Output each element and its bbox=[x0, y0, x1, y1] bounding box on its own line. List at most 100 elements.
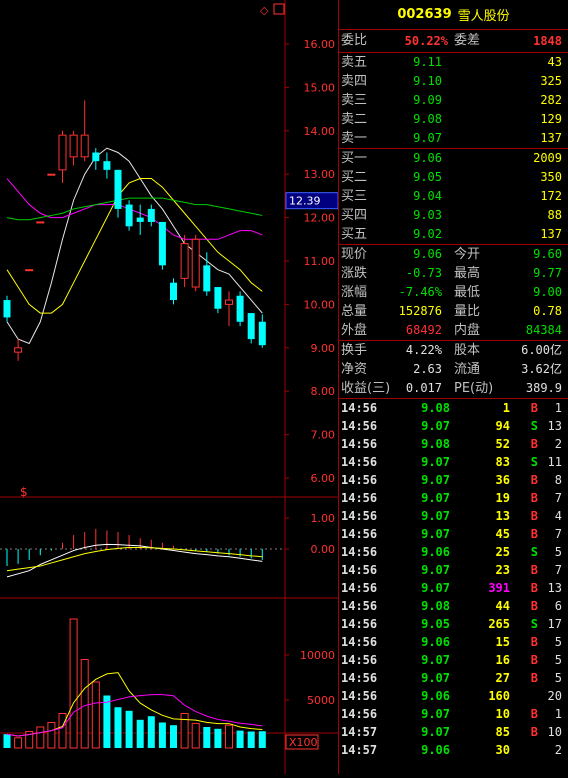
tick-direction: S bbox=[530, 617, 538, 631]
quote-value-2: 9.00 bbox=[533, 285, 562, 299]
tick-list[interactable]: 14:56 9.08 1 B 1 14:56 9.07 94 S 13 14:56 … bbox=[339, 399, 568, 759]
quote-label-2: 内盘 bbox=[454, 323, 481, 338]
dea-line bbox=[6, 546, 263, 572]
tick-row: 14:56 9.07 13 B 4 bbox=[339, 507, 568, 525]
tick-price: 9.07 bbox=[421, 707, 450, 721]
tick-count: 5 bbox=[554, 671, 562, 685]
diamond-icon: ◇ bbox=[260, 4, 269, 17]
tick-time: 14:56 bbox=[341, 563, 378, 577]
tick-row: 14:57 9.07 85 B 10 bbox=[339, 723, 568, 741]
tick-row: 14:56 9.08 52 B 2 bbox=[339, 435, 568, 453]
tick-row: 14:56 9.07 94 S 13 bbox=[339, 417, 568, 435]
tick-volume: 391 bbox=[488, 581, 510, 595]
tick-volume: 15 bbox=[495, 635, 510, 649]
tick-direction: B bbox=[530, 725, 538, 739]
event-marker: $ bbox=[20, 485, 28, 499]
fund-row: 收益(三) 0.017 PE(动) 389.9 bbox=[339, 379, 568, 398]
macd-axis-label: 1.00 bbox=[311, 512, 336, 525]
quote-label-2: 最高 bbox=[454, 266, 481, 281]
tick-row: 14:56 9.07 27 B 5 bbox=[339, 669, 568, 687]
quote-label-2: 今开 bbox=[454, 247, 481, 262]
committee-row: 委比 50.22% 委差 1848 bbox=[339, 30, 568, 53]
ask-book: 卖五 9.11 43 卖四 9.10 325 卖三 9.09 282 卖二 9.08 … bbox=[339, 53, 568, 149]
tick-price: 9.07 bbox=[421, 581, 450, 595]
tick-count: 4 bbox=[554, 509, 562, 523]
volume-bar-up bbox=[91, 681, 100, 749]
tick-price: 9.07 bbox=[421, 491, 450, 505]
stock-code: 002639 bbox=[397, 7, 452, 22]
price-axis-label: 10.00 bbox=[304, 298, 336, 311]
tick-direction: B bbox=[530, 401, 538, 415]
candle-down bbox=[258, 321, 266, 346]
ma-line-ma20 bbox=[6, 178, 263, 240]
candle-down bbox=[136, 217, 144, 222]
tick-volume: 25 bbox=[495, 545, 510, 559]
tick-volume: 19 bbox=[495, 491, 510, 505]
tick-direction: B bbox=[530, 473, 538, 487]
candle-down bbox=[214, 287, 222, 309]
bid-row: 买二 9.05 350 bbox=[339, 168, 568, 187]
ask-price: 9.09 bbox=[413, 93, 442, 107]
fund-value: 0.017 bbox=[405, 381, 442, 395]
price-axis-label: 12.00 bbox=[304, 212, 336, 225]
tick-time: 14:56 bbox=[341, 545, 378, 559]
fund-label: 收益(三) bbox=[341, 381, 391, 396]
fund-label-2: 股本 bbox=[454, 343, 481, 358]
price-axis-label: 9.00 bbox=[311, 342, 336, 355]
tick-direction: B bbox=[530, 509, 538, 523]
tick-time: 14:56 bbox=[341, 653, 378, 667]
tick-time: 14:57 bbox=[341, 743, 378, 757]
ask-volume: 325 bbox=[540, 74, 562, 88]
macd-axis-label: 0.00 bbox=[311, 543, 336, 556]
quote-label: 现价 bbox=[341, 247, 368, 262]
bid-volume: 172 bbox=[540, 189, 562, 203]
kline-chart-area[interactable]: 16.00 15.00 14.00 13.00 12.00 11.00 10.00 9.00 8… bbox=[0, 0, 339, 774]
volume-bar-up bbox=[14, 737, 23, 749]
ratio-value: 50.22% bbox=[404, 34, 448, 48]
candle-down bbox=[170, 282, 177, 301]
tick-row: 14:56 9.07 19 B 7 bbox=[339, 489, 568, 507]
diff-value: 1848 bbox=[533, 34, 562, 48]
tick-count: 17 bbox=[547, 617, 562, 631]
bid-price: 9.05 bbox=[413, 170, 442, 184]
fund-row: 换手 4.22% 股本 6.00亿 bbox=[339, 341, 568, 360]
price-axis-label: 14.00 bbox=[304, 125, 336, 138]
bid-label: 买五 bbox=[341, 227, 368, 242]
tick-volume: 27 bbox=[495, 671, 510, 685]
tick-price: 9.07 bbox=[421, 419, 450, 433]
tick-price: 9.06 bbox=[421, 743, 450, 757]
candle-up bbox=[69, 134, 78, 158]
fund-label-2: PE(动) bbox=[454, 381, 494, 396]
quote-row: 总量 152876 量比 0.78 bbox=[339, 302, 568, 321]
quote-label: 涨跌 bbox=[341, 266, 368, 281]
price-axis-label: 7.00 bbox=[311, 429, 336, 442]
volume-bar-down bbox=[103, 695, 111, 748]
fund-value-2: 6.00亿 bbox=[521, 343, 562, 357]
volume-bar-up bbox=[58, 713, 67, 749]
tick-count: 5 bbox=[554, 635, 562, 649]
tick-time: 14:57 bbox=[341, 725, 378, 739]
candle-up bbox=[80, 134, 89, 158]
ask-label: 卖三 bbox=[341, 93, 368, 108]
window-icon bbox=[273, 3, 285, 15]
tick-time: 14:56 bbox=[341, 419, 378, 433]
quote-row: 涨跌 -0.73 最高 9.77 bbox=[339, 264, 568, 283]
ask-row: 卖四 9.10 325 bbox=[339, 72, 568, 91]
tick-price: 9.07 bbox=[421, 563, 450, 577]
kline-chart[interactable]: 16.00 15.00 14.00 13.00 12.00 11.00 10.00 9.00 8… bbox=[0, 0, 339, 774]
tick-volume: 1 bbox=[502, 401, 510, 415]
bid-row: 买一 9.06 2009 bbox=[339, 149, 568, 168]
ask-row: 卖五 9.11 43 bbox=[339, 53, 568, 72]
candle-down bbox=[236, 295, 244, 322]
volume-bar-down bbox=[236, 730, 244, 748]
volume-unit: X100 bbox=[289, 736, 318, 749]
tick-price: 9.07 bbox=[421, 455, 450, 469]
bid-row: 买五 9.02 137 bbox=[339, 225, 568, 244]
tick-count: 7 bbox=[554, 491, 562, 505]
volume-bar-up bbox=[47, 722, 56, 749]
volume-bar-down bbox=[136, 719, 144, 748]
tick-row: 14:56 9.07 23 B 7 bbox=[339, 561, 568, 579]
quote-label-2: 最低 bbox=[454, 285, 481, 300]
tick-time: 14:56 bbox=[341, 689, 378, 703]
tick-count: 13 bbox=[547, 581, 562, 595]
